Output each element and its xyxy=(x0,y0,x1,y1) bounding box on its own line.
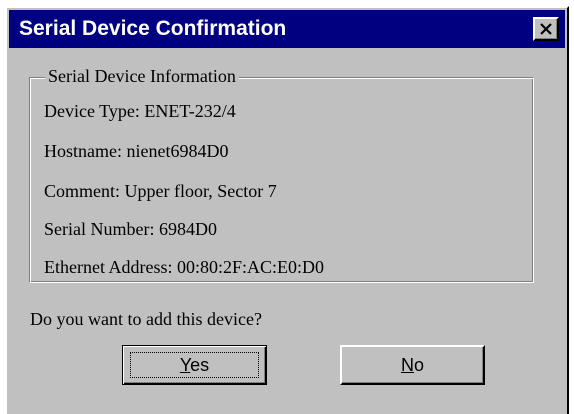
yes-label-rest: es xyxy=(190,355,210,375)
device-type-text: Device Type: ENET-232/4 xyxy=(44,101,236,121)
ethernet-address-text: Ethernet Address: 00:80:2F:AC:E0:D0 xyxy=(44,257,324,277)
hostname-text: Hostname: nienet6984D0 xyxy=(44,141,229,161)
window-title: Serial Device Confirmation xyxy=(19,17,287,40)
close-button[interactable] xyxy=(533,17,559,41)
serial-number-text: Serial Number: 6984D0 xyxy=(44,219,217,239)
yes-mnemonic: Y xyxy=(179,355,191,375)
yes-button-label: Yes xyxy=(180,355,209,375)
title-bar[interactable]: Serial Device Confirmation xyxy=(9,10,565,48)
no-button-label: No xyxy=(401,355,424,375)
close-icon xyxy=(540,23,552,35)
no-mnemonic: N xyxy=(400,355,414,375)
comment-text: Comment: Upper floor, Sector 7 xyxy=(44,181,277,201)
group-legend: Serial Device Information xyxy=(45,65,239,87)
yes-button[interactable]: Yes xyxy=(122,345,267,385)
confirmation-question: Do you want to add this device? xyxy=(30,309,262,329)
no-button[interactable]: No xyxy=(340,345,485,385)
no-label-rest: o xyxy=(413,355,424,375)
